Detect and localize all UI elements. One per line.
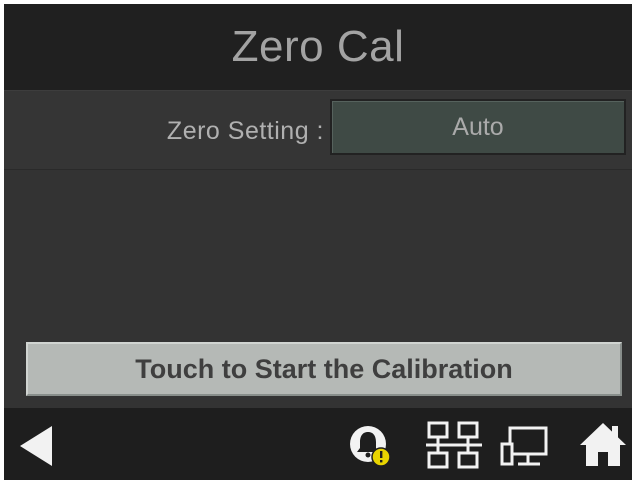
calibration-screen: Zero Cal Zero Setting : Auto Touch to St… [4,4,632,480]
back-icon[interactable] [18,424,54,473]
home-icon[interactable] [578,420,628,475]
zero-setting-row: Zero Setting : Auto [4,90,632,170]
header-bar: Zero Cal [4,4,632,90]
zero-setting-value-button[interactable]: Auto [330,99,626,155]
alarm-bell-icon[interactable] [346,420,398,477]
page-title: Zero Cal [231,22,405,71]
display-icon[interactable] [500,424,552,475]
footer-nav-bar [4,408,632,480]
network-icon[interactable] [424,420,484,477]
start-calibration-button[interactable]: Touch to Start the Calibration [26,342,622,396]
zero-setting-label: Zero Setting : [166,117,324,145]
